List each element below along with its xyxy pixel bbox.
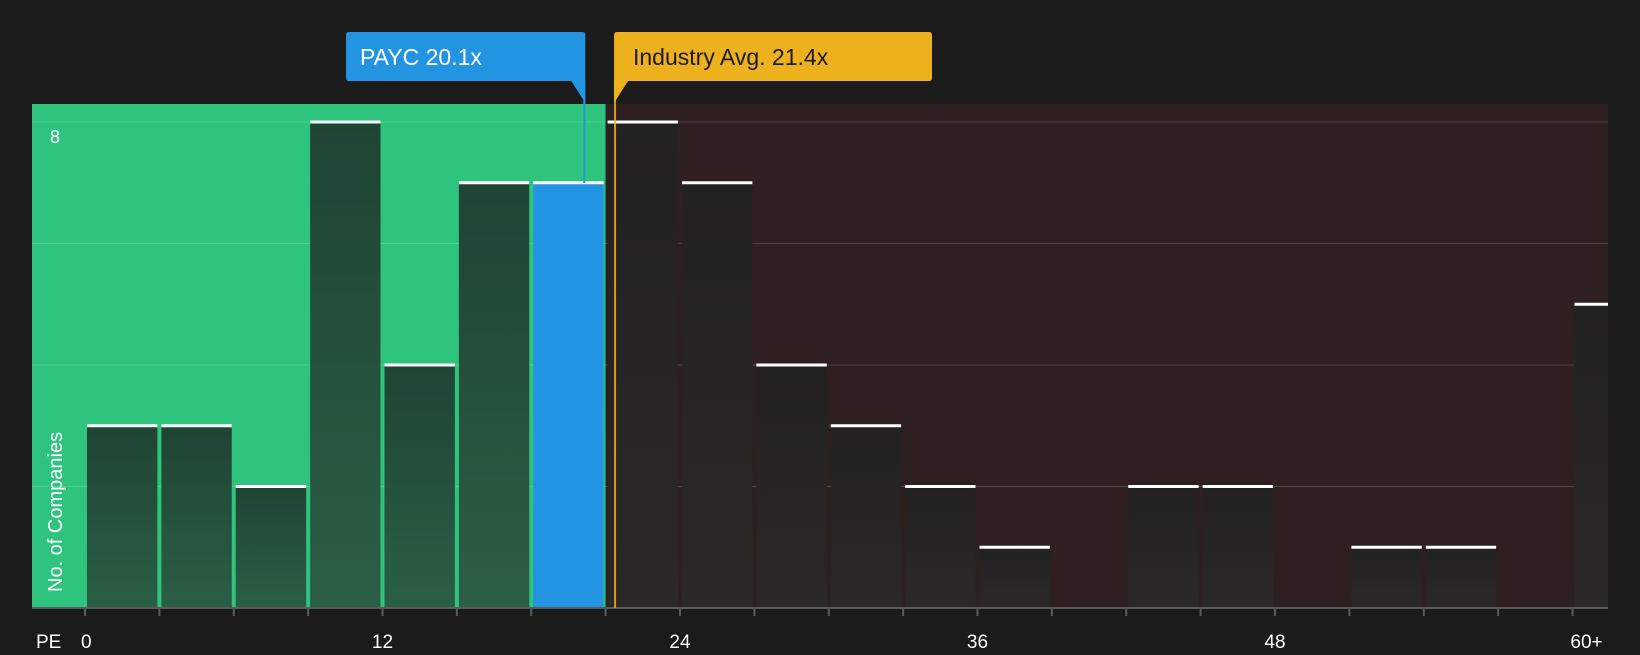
histogram-bar bbox=[384, 365, 455, 608]
x-axis-label: PE bbox=[36, 632, 61, 650]
bar-cap bbox=[1574, 302, 1608, 306]
x-tick-label: 36 bbox=[967, 632, 988, 650]
y-axis-label: No. of Companies bbox=[45, 432, 67, 592]
x-tick-label: 24 bbox=[669, 632, 691, 650]
histogram-bar bbox=[161, 425, 232, 608]
histogram-bar bbox=[235, 486, 307, 608]
bar-cap bbox=[458, 181, 530, 185]
bar-cap bbox=[905, 485, 976, 488]
histogram-bar bbox=[1351, 547, 1422, 608]
x-tick-label: 12 bbox=[372, 632, 393, 650]
bar-cap bbox=[235, 485, 307, 488]
histogram-bar bbox=[1574, 304, 1608, 608]
x-tick-label: 0 bbox=[81, 632, 92, 650]
histogram-bar bbox=[979, 547, 1050, 608]
x-tick-label: 48 bbox=[1264, 632, 1285, 650]
y-tick-label: 8 bbox=[50, 127, 60, 147]
y-tick-labels: 8 bbox=[50, 127, 60, 147]
industry-marker-label: Industry Avg. 21.4x bbox=[633, 44, 829, 70]
bar-cap bbox=[533, 181, 604, 185]
overvalued-zone bbox=[605, 104, 1608, 608]
histogram-bar bbox=[458, 182, 530, 608]
histogram-bar bbox=[1128, 486, 1199, 608]
bar-cap bbox=[979, 545, 1050, 549]
histogram-bar bbox=[607, 122, 678, 608]
bar-cap bbox=[1351, 545, 1422, 549]
histogram-bar bbox=[1425, 547, 1497, 608]
histogram-bar bbox=[905, 486, 976, 608]
histogram-bar bbox=[682, 182, 753, 608]
x-tick-label: 60+ bbox=[1570, 632, 1602, 650]
company-marker-label: PAYC 20.1x bbox=[360, 44, 482, 70]
histogram-bar bbox=[756, 365, 827, 608]
histogram-bar bbox=[1202, 486, 1273, 608]
bar-cap bbox=[310, 120, 381, 124]
bar-cap bbox=[161, 424, 232, 428]
histogram-bar bbox=[310, 122, 381, 608]
bar-cap bbox=[1202, 485, 1273, 488]
highlighted-bar bbox=[533, 182, 604, 608]
histogram-bar bbox=[87, 425, 158, 608]
bar-cap bbox=[384, 363, 455, 367]
bar-cap bbox=[87, 424, 158, 428]
pe-distribution-chart: 0 12 24 36 48 60+ PAYC 20.1x Industry Avg. 21… bbox=[0, 0, 1640, 653]
bar-cap bbox=[1128, 485, 1199, 488]
histogram-bar bbox=[830, 425, 902, 608]
bar-cap bbox=[1425, 545, 1497, 549]
chart-svg: 0 12 24 36 48 60+ PAYC 20.1x Industry Avg. 21… bbox=[0, 0, 1640, 653]
bar-cap bbox=[756, 363, 827, 367]
bar-cap bbox=[830, 424, 902, 428]
bar-cap bbox=[682, 181, 753, 185]
bar-cap bbox=[607, 120, 678, 124]
